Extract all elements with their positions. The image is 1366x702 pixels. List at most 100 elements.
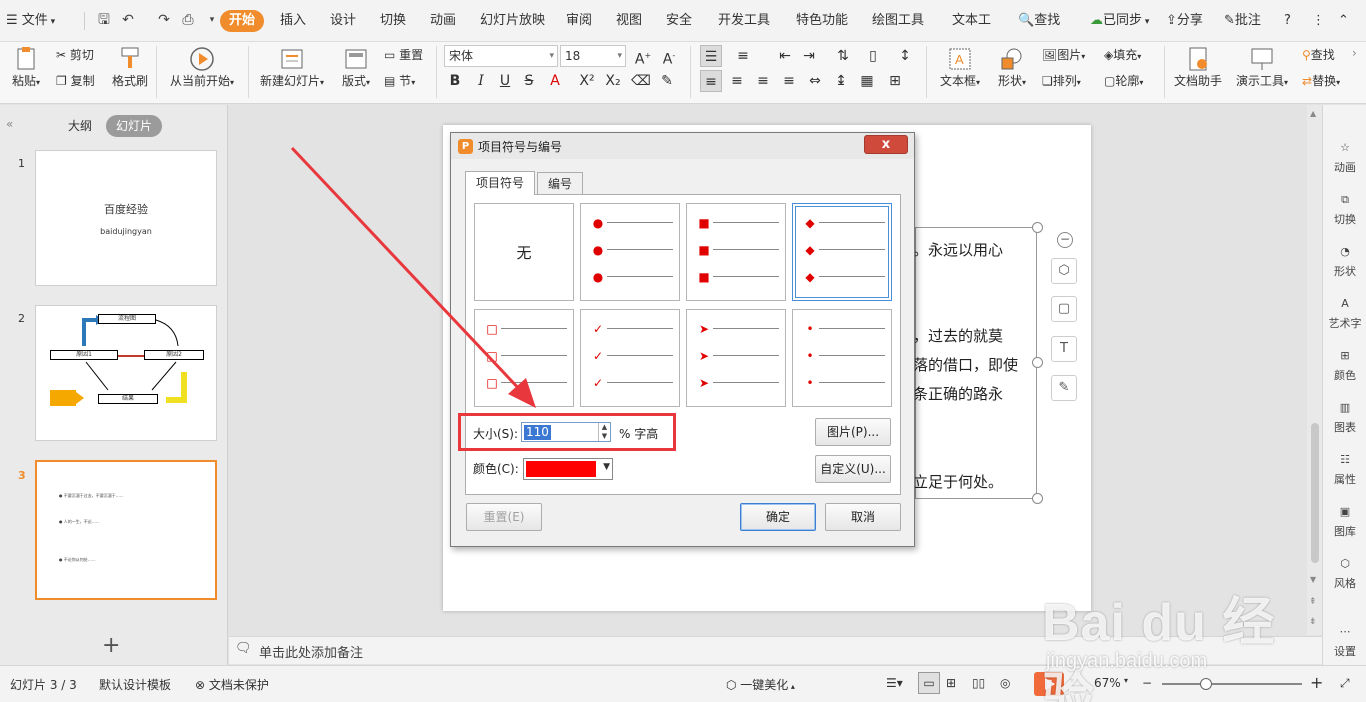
italic-icon[interactable]: I	[470, 70, 492, 92]
find-button[interactable]: ⚲查找	[1302, 46, 1335, 63]
tab-features[interactable]: 特色功能	[796, 11, 848, 31]
print-icon[interactable]: ⎙	[180, 11, 196, 29]
custom-button[interactable]: 自定义(U)...	[815, 455, 891, 483]
tab-home[interactable]: 开始	[220, 10, 264, 32]
fit-window-icon[interactable]: ⤢	[1340, 676, 1350, 691]
sidebar-item-transition[interactable]: ⧉ 切换	[1323, 193, 1366, 227]
tab-slideshow[interactable]: 幻灯片放映	[480, 11, 545, 31]
numbered-list-icon[interactable]: ≡	[732, 45, 754, 67]
bullet-option-arrow[interactable]: ➤ ➤ ➤	[686, 309, 786, 407]
reset-button[interactable]: 重置(E)	[466, 503, 542, 531]
cut-button[interactable]: ✂ 剪切	[56, 46, 94, 63]
tab-text-tools[interactable]: 文本工	[952, 11, 991, 31]
table-icon[interactable]: ▦	[856, 70, 878, 92]
color-picker[interactable]: ▼	[523, 458, 613, 480]
tab-insert[interactable]: 插入	[280, 11, 306, 31]
layout-button[interactable]: 版式▾	[338, 46, 374, 89]
superscript-icon[interactable]: X²	[576, 70, 598, 92]
resize-handle[interactable]	[1032, 222, 1043, 233]
new-slide-button[interactable]: 新建幻灯片▾	[256, 46, 328, 89]
line-spacing-icon[interactable]: ↕	[894, 45, 916, 67]
sidebar-item-chart[interactable]: ▥ 图表	[1323, 401, 1366, 435]
tab-slides[interactable]: 幻灯片	[106, 115, 163, 137]
bullet-option-small-dot[interactable]: • • •	[792, 309, 892, 407]
text-direction-icon[interactable]: ⇅	[832, 45, 854, 67]
font-color-icon[interactable]: A	[544, 70, 566, 92]
increase-indent-icon[interactable]: ⇥	[798, 45, 820, 67]
align-left-icon[interactable]: ≡	[700, 70, 722, 92]
tab-animation[interactable]: 动画	[430, 11, 456, 31]
distribute-icon[interactable]: ⇔	[804, 70, 826, 92]
redo-icon[interactable]: ↷	[156, 11, 172, 29]
decrease-indent-icon[interactable]: ⇤	[774, 45, 796, 67]
vertical-scrollbar[interactable]: ▲ ▼ ⇞ ⇟	[1307, 105, 1322, 635]
resize-handle[interactable]	[1032, 493, 1043, 504]
collapse-panel-icon[interactable]: «	[6, 117, 13, 131]
presenter-view-icon[interactable]: ◎	[1000, 676, 1010, 690]
align-center-icon[interactable]: ≡	[726, 70, 748, 92]
copy-button[interactable]: ❐ 复制	[56, 72, 95, 89]
bullet-option-diamond[interactable]: ◆ ◆ ◆	[792, 203, 892, 301]
collapse-ribbon-icon[interactable]: ⌃	[1338, 11, 1349, 31]
arrange-button[interactable]: ❏排列▾	[1042, 72, 1081, 89]
scroll-thumb[interactable]	[1311, 423, 1319, 563]
paste-button[interactable]: 粘贴▾	[8, 46, 44, 89]
bullet-option-check[interactable]: ✓ ✓ ✓	[580, 309, 680, 407]
align-right-icon[interactable]: ≡	[752, 70, 774, 92]
strikethrough-icon[interactable]: S	[518, 70, 540, 92]
sync-status[interactable]: ☁已同步 ▾	[1090, 11, 1149, 31]
normal-view-icon[interactable]: ▭	[918, 672, 940, 694]
fill-style-icon[interactable]: ⬡	[1051, 258, 1077, 284]
text-effect-icon[interactable]: ✎	[656, 70, 678, 92]
sidebar-item-animation[interactable]: ☆ 动画	[1323, 141, 1366, 175]
doc-assistant-button[interactable]: 文档助手	[1172, 46, 1224, 89]
increase-font-icon[interactable]: A+	[632, 45, 654, 68]
decrease-font-icon[interactable]: A-	[658, 45, 680, 68]
section-button[interactable]: ▤ 节▾	[384, 72, 415, 89]
smart-art-icon[interactable]: ⊞	[884, 70, 906, 92]
sidebar-item-properties[interactable]: ☷ 属性	[1323, 453, 1366, 487]
dialog-titlebar[interactable]: P 项目符号与编号	[451, 133, 914, 159]
beautify-button[interactable]: ⬡ 一键美化 ▴	[726, 676, 795, 693]
text-wrap-icon[interactable]: T	[1051, 336, 1077, 362]
scroll-up-icon[interactable]: ▲	[1310, 109, 1316, 118]
tab-security[interactable]: 安全	[666, 11, 692, 31]
reading-view-icon[interactable]: ▯▯	[972, 676, 985, 690]
paragraph-spacing-icon[interactable]: ↨	[830, 70, 852, 92]
sidebar-item-style[interactable]: ⬡ 风格	[1323, 557, 1366, 591]
tab-outline[interactable]: 大纲	[58, 115, 102, 137]
pen-icon[interactable]: ✎	[1051, 375, 1077, 401]
cancel-button[interactable]: 取消	[825, 503, 901, 531]
more-icon[interactable]: ⋮	[1312, 11, 1325, 31]
slide-thumbnail-1[interactable]: 百度经验 baidujingyan	[35, 150, 217, 286]
comment-button[interactable]: ✎批注	[1224, 11, 1261, 31]
sidebar-item-color[interactable]: ⊞ 颜色	[1323, 349, 1366, 383]
tab-view[interactable]: 视图	[616, 11, 642, 31]
sidebar-item-gallery[interactable]: ▣ 图库	[1323, 505, 1366, 539]
eraser-icon[interactable]: ⌫	[630, 70, 652, 92]
ok-button[interactable]: 确定	[740, 503, 816, 531]
presentation-tools-button[interactable]: 演示工具▾	[1232, 46, 1292, 89]
column-icon[interactable]: ▯	[862, 45, 884, 67]
bullet-list-icon[interactable]: ☰	[700, 45, 722, 67]
ribbon-scroll-icon[interactable]: ›	[1352, 46, 1357, 60]
design-template[interactable]: 默认设计模板	[99, 676, 171, 693]
prev-slide-icon[interactable]: ⇞	[1309, 597, 1317, 607]
slide-sorter-icon[interactable]: ⊞	[946, 676, 956, 690]
search-button[interactable]: 🔍查找	[1018, 11, 1060, 31]
outline-button[interactable]: ▢轮廓▾	[1104, 72, 1143, 89]
bullet-option-none[interactable]: 无	[474, 203, 574, 301]
picture-button[interactable]: 🖼图片▾	[1042, 46, 1085, 63]
tab-developer[interactable]: 开发工具	[718, 11, 770, 31]
bold-icon[interactable]: B	[444, 70, 466, 92]
tab-design[interactable]: 设计	[330, 11, 356, 31]
shape-button[interactable]: 形状▾	[992, 46, 1032, 89]
slide-thumbnail-2[interactable]: 流程图 原因1 原因2 结果	[35, 305, 217, 441]
bullet-option-square[interactable]: ■ ■ ■	[686, 203, 786, 301]
sidebar-item-settings[interactable]: ⋯ 设置	[1323, 625, 1366, 659]
close-button[interactable]: x	[864, 135, 908, 154]
underline-icon[interactable]: U	[494, 70, 516, 92]
subscript-icon[interactable]: X₂	[602, 70, 624, 92]
tab-transition[interactable]: 切换	[380, 11, 406, 31]
zoom-in-icon[interactable]: +	[1310, 673, 1323, 692]
